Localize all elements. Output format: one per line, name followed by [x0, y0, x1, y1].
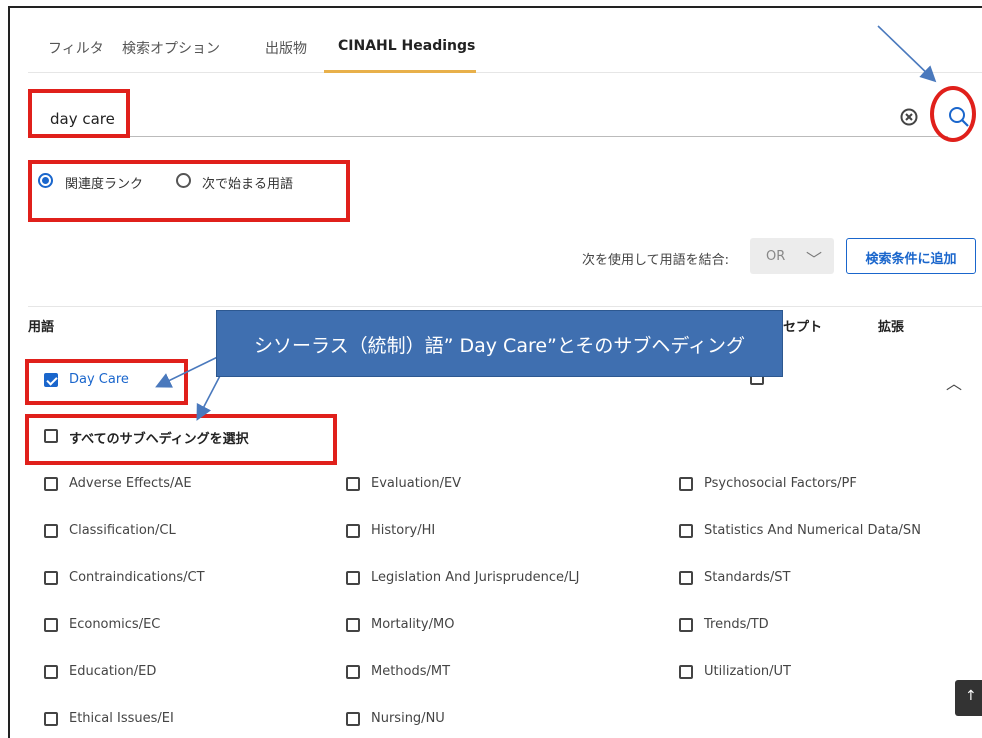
arrow-up-icon: ↑ [965, 688, 977, 704]
scroll-to-top-button[interactable]: ↑ [955, 680, 982, 716]
annotation-callout: シソーラス（統制）語” Day Care”とそのサブヘディング [216, 310, 783, 377]
annotation-text: シソーラス（統制）語” Day Care”とそのサブヘディング [254, 335, 745, 357]
